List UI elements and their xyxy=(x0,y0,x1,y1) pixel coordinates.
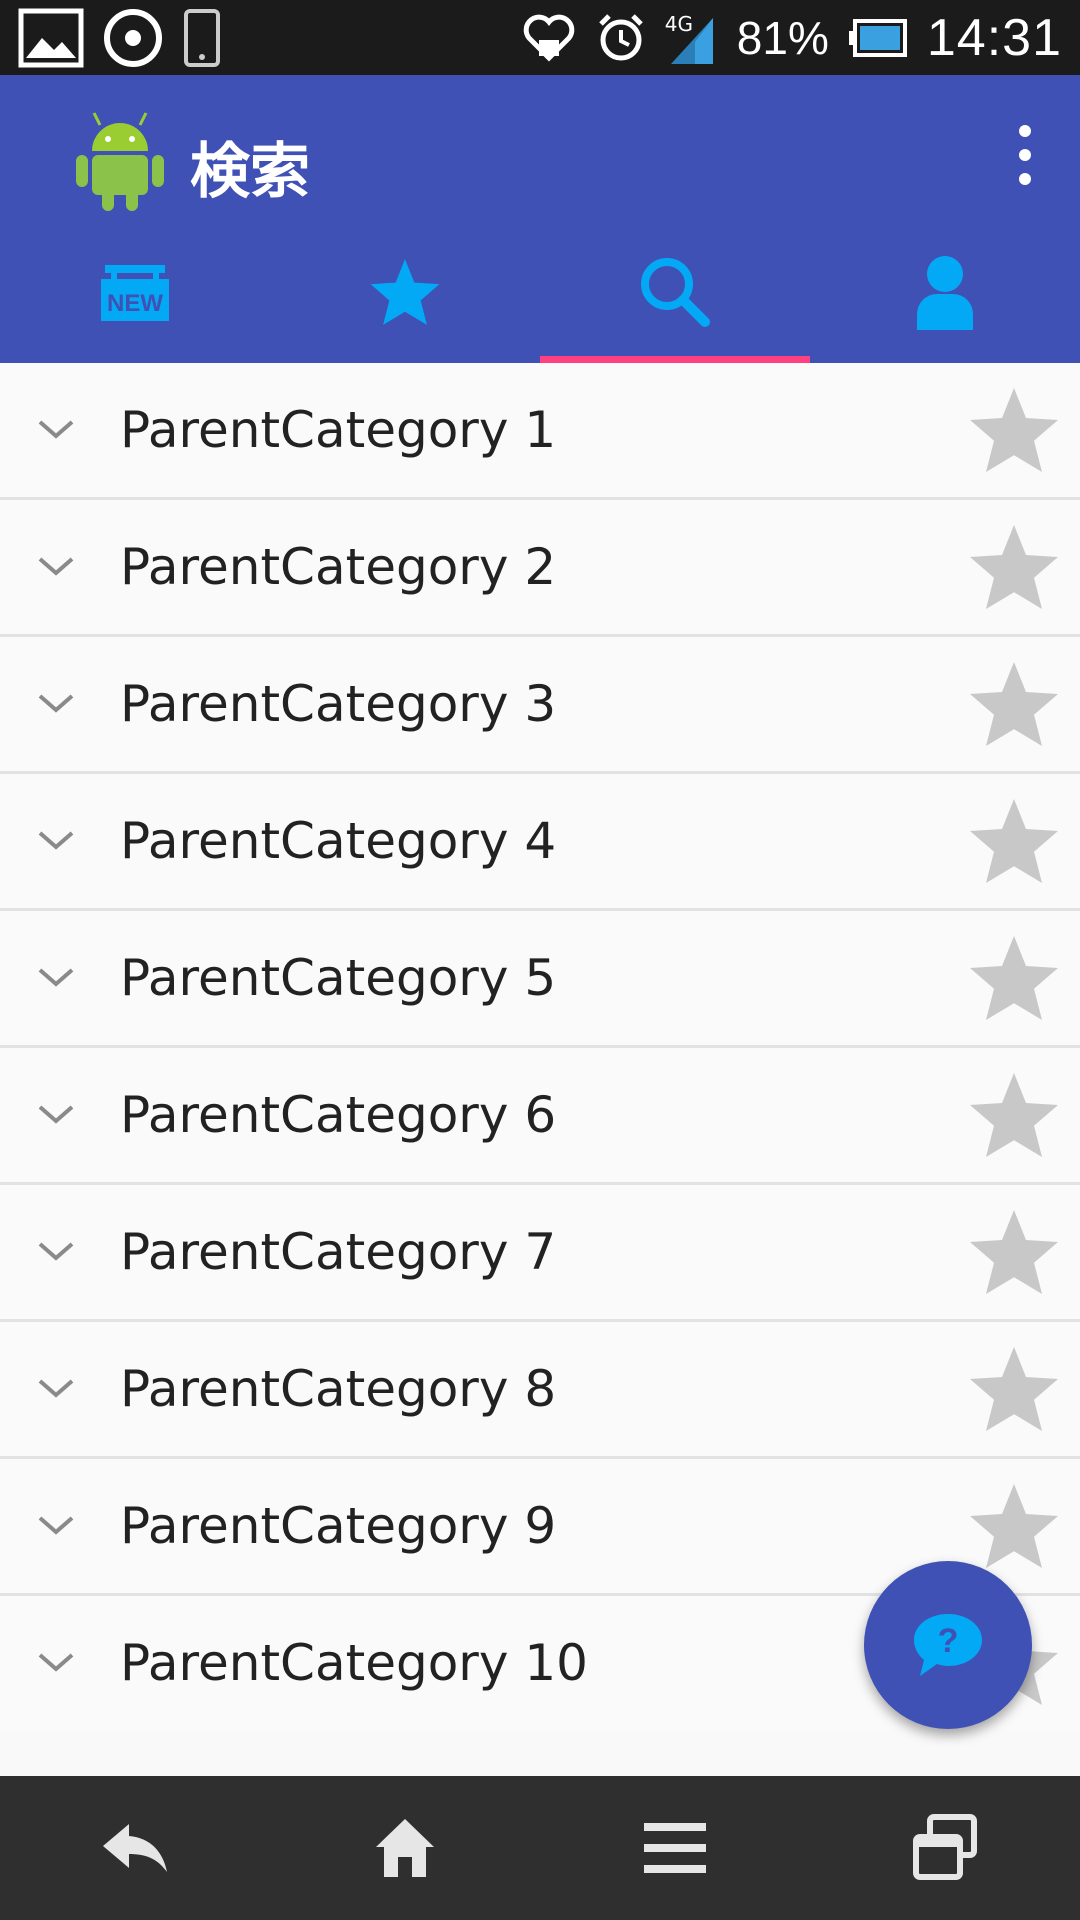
battery-icon xyxy=(847,18,909,58)
list-item[interactable]: ParentCategory 1 xyxy=(0,363,1080,500)
category-label: ParentCategory 2 xyxy=(120,538,557,596)
chevron-down-icon[interactable] xyxy=(36,418,76,442)
home-button[interactable] xyxy=(270,1776,540,1920)
list-item[interactable]: ParentCategory 8 xyxy=(0,1322,1080,1459)
list-item[interactable]: ParentCategory 4 xyxy=(0,774,1080,911)
tab-new[interactable]: NEW xyxy=(0,240,270,363)
alarm-icon xyxy=(595,12,647,64)
category-label: ParentCategory 1 xyxy=(120,401,557,459)
recent-apps-icon xyxy=(913,1814,977,1880)
phone-icon xyxy=(182,8,222,68)
chevron-down-icon[interactable] xyxy=(36,555,76,579)
back-icon xyxy=(103,1824,167,1872)
star-favorite-icon[interactable] xyxy=(966,519,1062,615)
system-nav-bar xyxy=(0,1776,1080,1920)
image-icon xyxy=(18,8,84,68)
overflow-menu-icon[interactable] xyxy=(1000,125,1050,185)
app-bar: 検索 NEW xyxy=(0,75,1080,363)
category-label: ParentCategory 10 xyxy=(120,1634,588,1692)
selected-tab-indicator xyxy=(540,356,810,363)
list-item[interactable]: ParentCategory 3 xyxy=(0,637,1080,774)
chevron-down-icon[interactable] xyxy=(36,1377,76,1401)
star-favorite-icon[interactable] xyxy=(966,1204,1062,1300)
category-label: ParentCategory 5 xyxy=(120,949,557,1007)
star-favorite-icon[interactable] xyxy=(966,382,1062,478)
search-icon xyxy=(641,257,710,327)
status-right-icons: 4G 81% 14:31 xyxy=(521,0,1062,75)
status-bar: 4G 81% 14:31 xyxy=(0,0,1080,75)
list-item[interactable]: ParentCategory 6 xyxy=(0,1048,1080,1185)
list-item[interactable]: ParentCategory 2 xyxy=(0,500,1080,637)
chevron-down-icon[interactable] xyxy=(36,829,76,853)
battery-percentage: 81% xyxy=(736,11,829,64)
chevron-down-icon[interactable] xyxy=(36,966,76,990)
category-label: ParentCategory 9 xyxy=(120,1497,557,1555)
tab-bar: NEW xyxy=(0,240,1080,363)
sync-circle-icon xyxy=(102,7,164,69)
new-badge-icon: NEW xyxy=(101,264,169,321)
chevron-down-icon[interactable] xyxy=(36,1651,76,1675)
menu-button[interactable] xyxy=(540,1776,810,1920)
person-icon xyxy=(917,255,973,330)
back-button[interactable] xyxy=(0,1776,270,1920)
signal-icon: 4G xyxy=(665,10,719,66)
category-label: ParentCategory 4 xyxy=(120,812,557,870)
star-favorite-icon[interactable] xyxy=(966,1067,1062,1163)
category-label: ParentCategory 7 xyxy=(120,1223,557,1281)
category-label: ParentCategory 8 xyxy=(120,1360,557,1418)
chevron-down-icon[interactable] xyxy=(36,1103,76,1127)
home-icon xyxy=(376,1819,434,1877)
star-favorite-icon[interactable] xyxy=(966,1478,1062,1574)
star-favorite-icon[interactable] xyxy=(966,930,1062,1026)
chevron-down-icon[interactable] xyxy=(36,1514,76,1538)
help-question-mark: ? xyxy=(938,1622,959,1660)
tab-search[interactable] xyxy=(540,240,810,363)
page-title: 検索 xyxy=(190,137,310,207)
tab-favorites[interactable] xyxy=(270,240,540,363)
star-favorite-icon[interactable] xyxy=(966,1341,1062,1437)
recent-apps-button[interactable] xyxy=(810,1776,1080,1920)
chevron-down-icon[interactable] xyxy=(36,692,76,716)
category-list: ParentCategory 1 ParentCategory 2 Parent… xyxy=(0,363,1080,1730)
tab-new-label: NEW xyxy=(107,290,163,317)
help-chat-icon: ? xyxy=(914,1614,982,1676)
chevron-down-icon[interactable] xyxy=(36,1240,76,1264)
clock-time: 14:31 xyxy=(926,8,1062,67)
android-icon xyxy=(70,103,170,215)
status-left-icons xyxy=(18,0,222,75)
menu-icon xyxy=(644,1823,706,1873)
star-favorite-icon[interactable] xyxy=(966,793,1062,889)
help-fab-button[interactable]: ? xyxy=(864,1561,1032,1729)
network-label: 4G xyxy=(664,11,694,36)
category-label: ParentCategory 6 xyxy=(120,1086,557,1144)
heart-notification-icon xyxy=(521,10,577,66)
tab-profile[interactable] xyxy=(810,240,1080,363)
star-icon xyxy=(370,258,440,325)
star-favorite-icon[interactable] xyxy=(966,656,1062,752)
list-item[interactable]: ParentCategory 7 xyxy=(0,1185,1080,1322)
list-item[interactable]: ParentCategory 5 xyxy=(0,911,1080,1048)
category-label: ParentCategory 3 xyxy=(120,675,557,733)
